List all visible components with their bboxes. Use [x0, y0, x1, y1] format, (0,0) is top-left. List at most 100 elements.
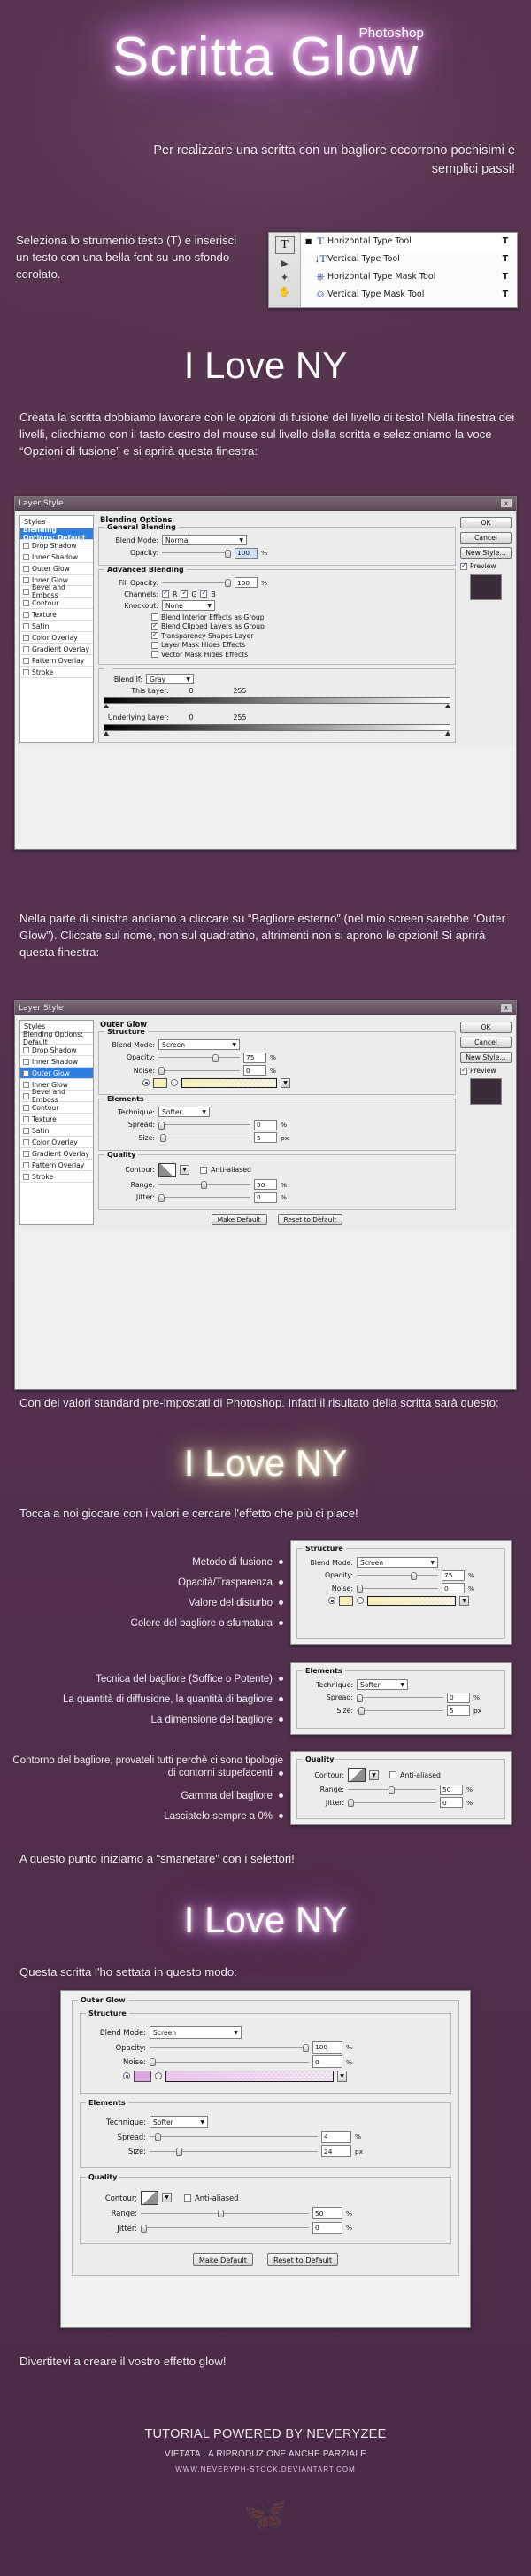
- style-checkbox[interactable]: [23, 634, 29, 641]
- underlying-layer-handles[interactable]: [104, 730, 450, 737]
- anti-aliased-checkbox[interactable]: [389, 1771, 396, 1778]
- glow-color-radio[interactable]: [123, 2072, 130, 2079]
- spread-slider[interactable]: [150, 2132, 318, 2142]
- flyout-item[interactable]: ↓T Vertical Type Tool T: [301, 251, 517, 268]
- opacity-input[interactable]: 100: [235, 547, 258, 559]
- style-checkbox[interactable]: [23, 588, 29, 595]
- style-checkbox[interactable]: [23, 611, 29, 618]
- transparency-shapes-checkbox[interactable]: [151, 630, 158, 639]
- blend-mode-select[interactable]: Screen ▼: [150, 2026, 242, 2039]
- flyout-item[interactable]: ■ T Horizontal Type Tool T: [301, 233, 517, 251]
- style-item-blending-options[interactable]: Blending Options: Default: [20, 1030, 93, 1046]
- style-item-bevel-emboss[interactable]: Bevel and Emboss: [20, 1088, 93, 1104]
- style-checkbox[interactable]: [23, 565, 29, 572]
- blend-interior-checkbox[interactable]: [151, 613, 158, 621]
- layer-style-dialog-outer-glow[interactable]: Layer Style x Styles Blending Options: D…: [14, 1000, 517, 1390]
- spread-input[interactable]: 4: [321, 2130, 351, 2143]
- advanced-option-row[interactable]: Layer Mask Hides Effects: [151, 641, 450, 649]
- style-item-satin[interactable]: Satin: [20, 1125, 93, 1137]
- vector-mask-hides-checkbox[interactable]: [151, 651, 158, 658]
- jitter-slider[interactable]: [141, 2223, 309, 2233]
- opacity-slider[interactable]: [357, 1570, 438, 1581]
- preview-row[interactable]: Preview: [460, 1066, 512, 1075]
- cancel-button[interactable]: Cancel: [460, 1037, 512, 1048]
- this-layer-handles[interactable]: [104, 704, 450, 710]
- style-item-outer-glow[interactable]: Outer Glow: [20, 1068, 93, 1079]
- jitter-input[interactable]: 0: [254, 1192, 277, 1203]
- style-checkbox[interactable]: [23, 1138, 29, 1145]
- style-item-bevel-emboss[interactable]: Bevel and Emboss: [20, 583, 93, 599]
- new-style-button[interactable]: New Style...: [460, 547, 512, 559]
- blend-mode-select[interactable]: Screen ▼: [158, 1039, 240, 1050]
- blend-if-select[interactable]: Gray ▼: [146, 674, 194, 684]
- jitter-slider[interactable]: [158, 1192, 250, 1203]
- contour-preview[interactable]: [348, 1768, 366, 1782]
- annot-structure-panel[interactable]: Structure Blend Mode: Screen ▼ Opacity: …: [290, 1540, 512, 1645]
- technique-select[interactable]: Softer ▼: [158, 1107, 210, 1117]
- noise-slider[interactable]: [158, 1065, 240, 1076]
- style-item-stroke[interactable]: Stroke: [20, 1171, 93, 1183]
- preview-checkbox[interactable]: [460, 1066, 467, 1075]
- final-settings-panel[interactable]: Outer Glow Structure Blend Mode: Screen …: [60, 1990, 471, 2328]
- jitter-input[interactable]: 0: [312, 2221, 342, 2234]
- flyout-item[interactable]: ⎉ Vertical Type Mask Tool T: [301, 286, 517, 304]
- fill-opacity-slider[interactable]: [162, 577, 231, 588]
- style-checkbox[interactable]: [23, 1115, 29, 1122]
- jitter-slider[interactable]: [348, 1797, 436, 1808]
- style-item-texture[interactable]: Texture: [20, 609, 93, 621]
- style-checkbox[interactable]: [23, 542, 29, 549]
- style-checkbox[interactable]: [23, 576, 29, 583]
- blend-mode-select[interactable]: Normal ▼: [162, 535, 247, 545]
- contour-chevron-icon[interactable]: ▼: [369, 1770, 379, 1780]
- style-checkbox[interactable]: [23, 1150, 29, 1157]
- glow-color-radio[interactable]: [328, 1597, 335, 1604]
- reset-to-default-button[interactable]: Reset to Default: [266, 2253, 339, 2266]
- size-input[interactable]: 5: [447, 1705, 470, 1716]
- layer-mask-hides-checkbox[interactable]: [151, 641, 158, 649]
- spread-input[interactable]: 0: [447, 1692, 470, 1703]
- contour-preview[interactable]: [141, 2190, 158, 2205]
- style-item-outer-glow[interactable]: Outer Glow: [20, 563, 93, 575]
- noise-slider[interactable]: [357, 1583, 438, 1593]
- close-icon[interactable]: x: [500, 498, 512, 508]
- noise-input[interactable]: 0: [243, 1065, 266, 1076]
- style-item-stroke[interactable]: Stroke: [20, 667, 93, 678]
- new-style-button[interactable]: New Style...: [460, 1052, 512, 1063]
- flyout-item[interactable]: ⎈ Horizontal Type Mask Tool T: [301, 268, 517, 286]
- style-checkbox[interactable]: [23, 657, 29, 664]
- preview-row[interactable]: Preview: [460, 561, 512, 570]
- style-checkbox[interactable]: [23, 1173, 29, 1180]
- reset-to-default-button[interactable]: Reset to Default: [277, 1214, 343, 1225]
- style-item-inner-shadow[interactable]: Inner Shadow: [20, 551, 93, 563]
- opacity-input[interactable]: 100: [312, 2040, 342, 2054]
- size-slider[interactable]: [357, 1705, 443, 1716]
- style-checkbox[interactable]: [23, 1046, 29, 1053]
- style-item-color-overlay[interactable]: Color Overlay: [20, 632, 93, 644]
- fill-opacity-input[interactable]: 100: [235, 577, 258, 588]
- range-slider[interactable]: [141, 2208, 309, 2218]
- style-item-color-overlay[interactable]: Color Overlay: [20, 1137, 93, 1148]
- channel-r-checkbox[interactable]: [162, 589, 169, 598]
- opacity-input[interactable]: 75: [442, 1570, 465, 1581]
- styles-list[interactable]: Styles Blending Options: Default Drop Sh…: [19, 1020, 94, 1225]
- opacity-input[interactable]: 75: [243, 1052, 266, 1063]
- style-item-texture[interactable]: Texture: [20, 1114, 93, 1125]
- advanced-option-row[interactable]: Transparency Shapes Layer: [151, 630, 450, 640]
- style-item-blending-options[interactable]: Blending Options: Default: [20, 526, 93, 542]
- style-checkbox[interactable]: [23, 1081, 29, 1088]
- type-tool-flyout[interactable]: T ▶ ✦ ✋ ■ T Horizontal Type Tool T ↓T Ve…: [268, 232, 518, 308]
- spread-slider[interactable]: [357, 1693, 443, 1703]
- glow-gradient-radio[interactable]: [171, 1079, 178, 1086]
- close-icon[interactable]: x: [500, 1003, 512, 1013]
- anti-aliased-checkbox[interactable]: [184, 2194, 191, 2202]
- channel-g-checkbox[interactable]: [181, 589, 189, 598]
- style-checkbox[interactable]: [23, 645, 29, 652]
- glow-gradient-radio[interactable]: [357, 1597, 364, 1604]
- glow-color-swatch[interactable]: [134, 2070, 151, 2082]
- style-item-pattern-overlay[interactable]: Pattern Overlay: [20, 1160, 93, 1171]
- cancel-button[interactable]: Cancel: [460, 532, 512, 544]
- opacity-slider[interactable]: [162, 548, 231, 559]
- noise-input[interactable]: 0: [442, 1583, 465, 1593]
- style-checkbox[interactable]: [23, 1058, 29, 1065]
- size-input[interactable]: 24: [321, 2145, 351, 2157]
